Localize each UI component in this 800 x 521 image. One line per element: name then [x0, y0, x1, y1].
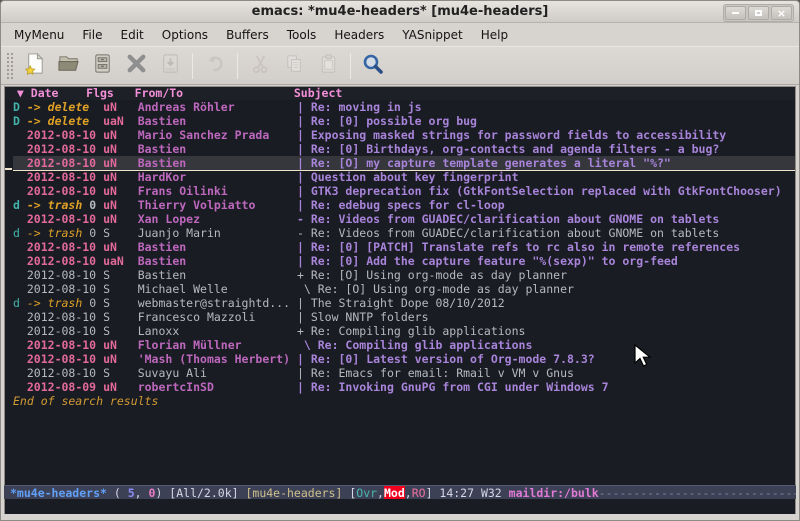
buffer-frame: ▼ Date Flgs From/To Subject D -> delete …	[4, 86, 796, 514]
emacs-window: emacs: *mu4e-headers* [mu4e-headers] × M…	[0, 0, 800, 521]
message-row[interactable]: 2012-08-10 uN Florian Müllner \ Re: Comp…	[13, 338, 795, 352]
save-as-icon	[159, 52, 182, 79]
minimize-button[interactable]	[725, 6, 746, 20]
message-row[interactable]: d -> trash 0 S Juanjo Marin - Re: Videos…	[13, 226, 795, 240]
toolbar-separator	[237, 53, 238, 79]
toolbar-separator	[350, 53, 351, 79]
message-row[interactable]: 2012-08-10 uN Mario Sanchez Prada | Expo…	[13, 128, 795, 142]
paste-icon	[317, 52, 340, 79]
message-row[interactable]: 2012-08-10 S Michael Welle \ Re: [O] Usi…	[13, 282, 795, 296]
menu-buffers[interactable]: Buffers	[217, 25, 278, 45]
search-button[interactable]	[356, 50, 390, 82]
message-row[interactable]: d -> trash 0 S webmaster@straightd... | …	[13, 296, 795, 310]
point-cursor	[5, 168, 12, 170]
new-file-icon	[23, 52, 46, 79]
toolbar-drag-handle[interactable]	[6, 52, 14, 80]
message-row[interactable]: 2012-08-10 uaN Bastien | Re: [0] Add the…	[13, 254, 795, 268]
menu-help[interactable]: Help	[472, 25, 517, 45]
save-buffer-button[interactable]	[85, 50, 119, 82]
message-row[interactable]: 2012-08-10 S Suvayu Ali | Re: Emacs for …	[13, 366, 795, 380]
message-row[interactable]: 2012-08-10 S Francesco Mazzoli | Slow NN…	[13, 310, 795, 324]
menu-mymenu[interactable]: MyMenu	[5, 25, 73, 45]
menu-file[interactable]: File	[73, 25, 111, 45]
message-row[interactable]: 2012-08-09 uN robertcInSD | Re: Invoking…	[13, 380, 795, 394]
open-file-button[interactable]	[51, 50, 85, 82]
message-row[interactable]: 2012-08-10 uN 'Mash (Thomas Herbert) | R…	[13, 352, 795, 366]
close-icon: ×	[777, 8, 786, 19]
close-buffer-icon	[125, 52, 148, 79]
menu-headers[interactable]: Headers	[325, 25, 393, 45]
echo-area	[4, 499, 796, 514]
message-row[interactable]: D -> delete uN Andreas Röhler | Re: movi…	[13, 100, 795, 114]
message-row[interactable]: 2012-08-10 uN Bastien | Re: [O] my captu…	[13, 156, 795, 170]
message-list: D -> delete uN Andreas Röhler | Re: movi…	[5, 100, 795, 514]
message-row[interactable]: D -> delete uaN Bastien | Re: [0] possib…	[13, 114, 795, 128]
close-buffer-button[interactable]	[119, 50, 153, 82]
menu-edit[interactable]: Edit	[112, 25, 153, 45]
undo-button	[198, 50, 232, 82]
save-as-button	[153, 50, 187, 82]
copy-button	[277, 50, 311, 82]
menu-yasnippet[interactable]: YASnippet	[393, 25, 472, 45]
end-of-results: End of search results	[13, 394, 795, 408]
cut-button	[243, 50, 277, 82]
message-row[interactable]: d -> trash 0 uN Thierry Volpiatto | Re: …	[13, 198, 795, 212]
message-row[interactable]: 2012-08-10 uN Bastien | Re: [0] [PATCH] …	[13, 240, 795, 254]
toolbar-separator	[192, 53, 193, 79]
menu-tools[interactable]: Tools	[278, 25, 326, 45]
message-row[interactable]: 2012-08-10 uN HardKor | Question about k…	[13, 170, 795, 184]
message-row[interactable]: 2012-08-10 uN Xan Lopez - Re: Videos fro…	[13, 212, 795, 226]
window-controls: ×	[723, 4, 794, 22]
message-row[interactable]: 2012-08-10 S Lanoxx + Re: Compiling glib…	[13, 324, 795, 338]
maximize-button[interactable]	[748, 6, 769, 20]
copy-icon	[283, 52, 306, 79]
maximize-icon	[755, 10, 762, 16]
paste-button	[311, 50, 345, 82]
cut-icon	[249, 52, 272, 79]
close-button[interactable]: ×	[771, 6, 792, 20]
message-row[interactable]: 2012-08-10 uN Frans Oilinki | GTK3 depre…	[13, 184, 795, 198]
message-row[interactable]: 2012-08-10 uN Bastien | Re: [0] Birthday…	[13, 142, 795, 156]
minimize-icon	[732, 12, 739, 14]
undo-icon	[204, 52, 227, 79]
headers-column-header: ▼ Date Flgs From/To Subject	[5, 87, 795, 100]
window-title: emacs: *mu4e-headers* [mu4e-headers]	[1, 4, 799, 19]
new-file-button[interactable]	[17, 50, 51, 82]
mode-line: *mu4e-headers* ( 5, 0) [All/2.0k] [mu4e-…	[4, 485, 796, 499]
menu-bar: MyMenuFileEditOptionsBuffersToolsHeaders…	[1, 23, 799, 46]
tool-bar	[1, 46, 799, 85]
message-row[interactable]: 2012-08-10 S Bastien + Re: [O] Using org…	[13, 268, 795, 282]
open-file-icon	[57, 52, 80, 79]
menu-options[interactable]: Options	[153, 25, 217, 45]
title-bar[interactable]: emacs: *mu4e-headers* [mu4e-headers] ×	[1, 1, 799, 23]
search-icon	[361, 52, 385, 80]
save-buffer-icon	[91, 52, 114, 79]
